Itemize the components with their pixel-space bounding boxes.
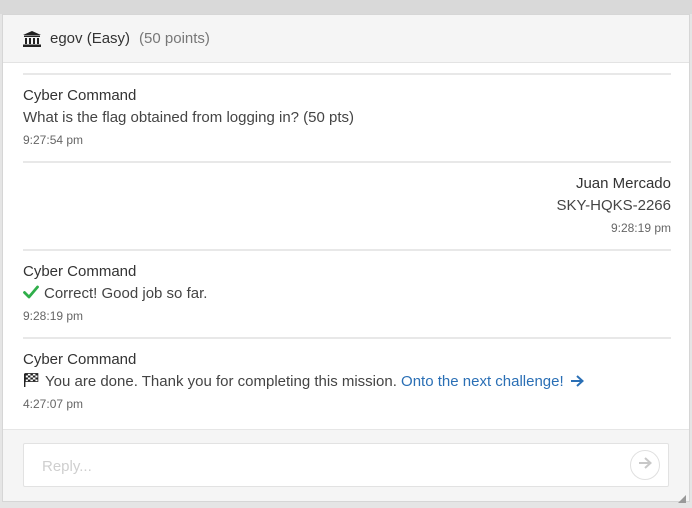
message-text-row: You are done. Thank you for completing t… — [23, 373, 584, 390]
flag-icon — [23, 373, 39, 387]
message: Cyber Command You are done. Thank you fo… — [23, 337, 671, 425]
message-sender: Cyber Command — [23, 87, 137, 104]
chat-panel: egov (Easy) (50 points) Cyber Command Wh… — [2, 14, 690, 503]
message-time: 9:28:19 pm — [610, 221, 671, 235]
message-sender: Cyber Command — [23, 263, 137, 280]
mission-points: (50 points) — [139, 30, 210, 47]
reply-input[interactable] — [40, 444, 604, 488]
panel-header: egov (Easy) (50 points) — [3, 15, 689, 63]
reply-box — [23, 443, 669, 488]
mission-title: egov (Easy) — [50, 30, 131, 47]
message-sender: Juan Mercado — [575, 175, 671, 192]
message-list[interactable]: Cyber Command What is the flag obtained … — [23, 73, 671, 429]
message-text: You are done. Thank you for completing t… — [45, 373, 397, 390]
message: Cyber Command Correct! Good job so far. … — [23, 249, 671, 337]
next-challenge-link[interactable]: Onto the next challenge! — [401, 373, 584, 390]
message-text: Correct! Good job so far. — [44, 285, 208, 302]
message-time: 9:27:54 pm — [23, 133, 84, 147]
next-challenge-link-label: Onto the next challenge! — [401, 373, 564, 390]
message-sender: Cyber Command — [23, 351, 137, 368]
reply-footer — [3, 429, 689, 503]
send-button[interactable] — [630, 450, 660, 480]
arrow-right-icon — [638, 456, 652, 474]
message-time: 4:27:07 pm — [23, 397, 84, 411]
message-text-row: Correct! Good job so far. — [23, 285, 207, 302]
message-text: What is the flag obtained from logging i… — [23, 109, 355, 126]
resize-handle-icon[interactable] — [678, 490, 686, 503]
message: Cyber Command What is the flag obtained … — [23, 73, 671, 161]
check-icon — [23, 285, 39, 299]
bank-icon — [23, 30, 41, 47]
top-bar — [0, 0, 692, 14]
arrow-right-icon — [570, 374, 584, 387]
message-text: SKY-HQKS-2266 — [556, 197, 671, 214]
message: Juan Mercado SKY-HQKS-2266 9:28:19 pm — [23, 161, 671, 249]
message-time: 9:28:19 pm — [23, 309, 84, 323]
